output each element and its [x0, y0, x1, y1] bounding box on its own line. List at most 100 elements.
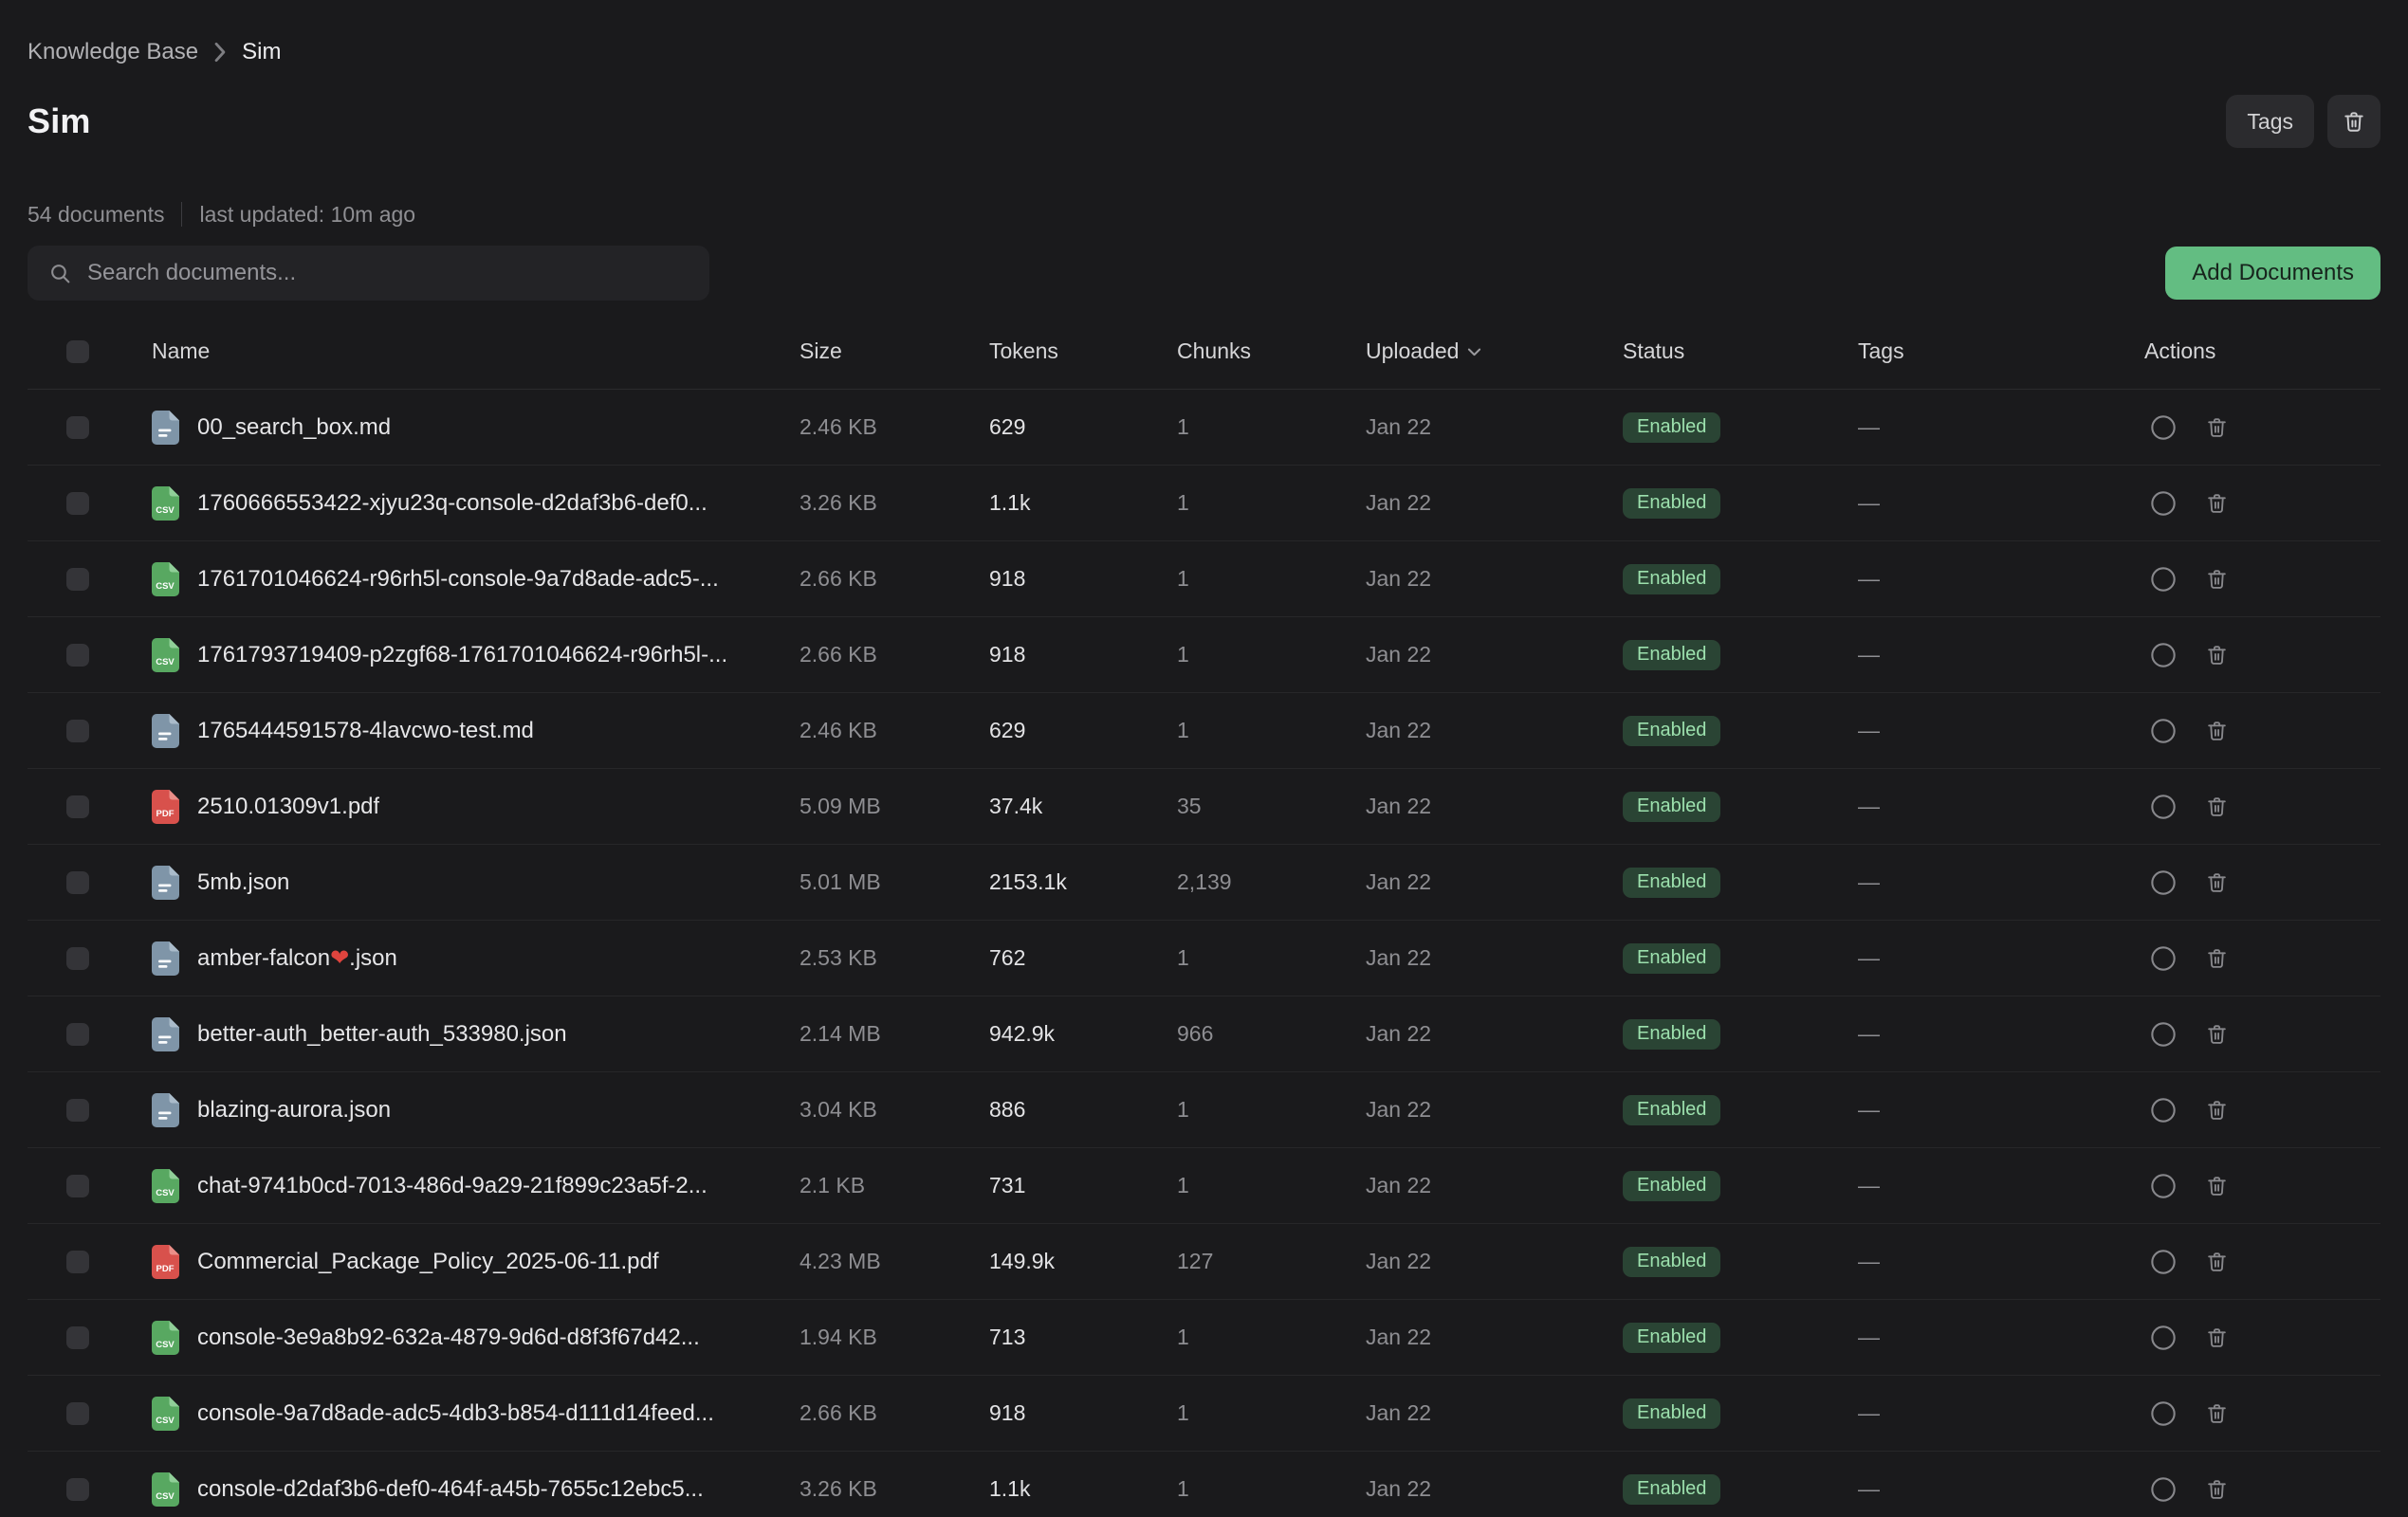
toggle-enabled-button[interactable]	[2150, 1249, 2177, 1275]
row-actions	[2144, 1325, 2380, 1351]
document-name-cell[interactable]: CSV console-d2daf3b6-def0-464f-a45b-7655…	[152, 1472, 800, 1507]
column-header-uploaded[interactable]: Uploaded	[1366, 338, 1623, 364]
row-checkbox[interactable]	[66, 720, 89, 742]
document-name-cell[interactable]: CSV 1760666553422-xjyu23q-console-d2daf3…	[152, 486, 800, 521]
delete-document-button[interactable]	[2205, 1477, 2229, 1501]
breadcrumb: Knowledge Base Sim	[28, 0, 2380, 66]
delete-document-button[interactable]	[2205, 1174, 2229, 1197]
title-actions: Tags	[2226, 95, 2380, 148]
tags-button[interactable]: Tags	[2226, 95, 2314, 148]
delete-knowledge-base-button[interactable]	[2327, 95, 2380, 148]
row-checkbox[interactable]	[66, 947, 89, 970]
row-checkbox[interactable]	[66, 492, 89, 515]
document-name-cell[interactable]: blazing-aurora.json	[152, 1093, 800, 1127]
row-checkbox[interactable]	[66, 1175, 89, 1197]
svg-text:PDF: PDF	[156, 1264, 175, 1274]
table-row: CSV console-d2daf3b6-def0-464f-a45b-7655…	[28, 1452, 2380, 1517]
toggle-enabled-button[interactable]	[2150, 1173, 2177, 1199]
document-name-cell[interactable]: CSV 1761793719409-p2zgf68-1761701046624-…	[152, 638, 800, 672]
row-checkbox[interactable]	[66, 1478, 89, 1501]
document-name-cell[interactable]: PDF 2510.01309v1.pdf	[152, 790, 800, 824]
document-name-cell[interactable]: better-auth_better-auth_533980.json	[152, 1017, 800, 1051]
row-checkbox[interactable]	[66, 1251, 89, 1273]
column-header-name[interactable]: Name	[152, 338, 800, 364]
file-type-icon: PDF	[152, 790, 179, 824]
row-checkbox[interactable]	[66, 1099, 89, 1122]
row-actions	[2144, 414, 2380, 441]
table-row: amber-falcon❤.json 2.53 KB 762 1 Jan 22 …	[28, 921, 2380, 996]
column-header-status[interactable]: Status	[1623, 338, 1858, 364]
delete-document-button[interactable]	[2205, 946, 2229, 970]
delete-document-button[interactable]	[2205, 870, 2229, 894]
toggle-enabled-button[interactable]	[2150, 869, 2177, 896]
circle-icon	[2150, 945, 2177, 972]
document-name-cell[interactable]: CSV chat-9741b0cd-7013-486d-9a29-21f899c…	[152, 1169, 800, 1203]
toggle-enabled-button[interactable]	[2150, 1325, 2177, 1351]
row-checkbox[interactable]	[66, 416, 89, 439]
row-checkbox[interactable]	[66, 568, 89, 591]
select-all-checkbox[interactable]	[66, 340, 89, 363]
search-input[interactable]	[85, 259, 700, 287]
delete-document-button[interactable]	[2205, 1022, 2229, 1046]
delete-document-button[interactable]	[2205, 1325, 2229, 1349]
document-name: 2510.01309v1.pdf	[197, 794, 379, 820]
status-badge: Enabled	[1623, 564, 1720, 594]
delete-document-button[interactable]	[2205, 491, 2229, 515]
column-header-chunks[interactable]: Chunks	[1177, 338, 1366, 364]
document-size: 5.01 MB	[800, 869, 989, 895]
toggle-enabled-button[interactable]	[2150, 414, 2177, 441]
document-name-cell[interactable]: CSV console-3e9a8b92-632a-4879-9d6d-d8f3…	[152, 1321, 800, 1355]
delete-document-button[interactable]	[2205, 567, 2229, 591]
toggle-enabled-button[interactable]	[2150, 945, 2177, 972]
delete-document-button[interactable]	[2205, 643, 2229, 667]
row-checkbox[interactable]	[66, 871, 89, 894]
document-name-cell[interactable]: 1765444591578-4lavcwo-test.md	[152, 714, 800, 748]
toggle-enabled-button[interactable]	[2150, 794, 2177, 820]
row-checkbox[interactable]	[66, 644, 89, 667]
delete-document-button[interactable]	[2205, 795, 2229, 818]
toggle-enabled-button[interactable]	[2150, 566, 2177, 593]
document-name: better-auth_better-auth_533980.json	[197, 1021, 567, 1048]
circle-icon	[2150, 1021, 2177, 1048]
document-chunks: 2,139	[1177, 869, 1366, 895]
delete-document-button[interactable]	[2205, 415, 2229, 439]
toggle-enabled-button[interactable]	[2150, 1400, 2177, 1427]
toggle-enabled-button[interactable]	[2150, 1097, 2177, 1124]
toggle-enabled-button[interactable]	[2150, 642, 2177, 668]
document-name-cell[interactable]: 5mb.json	[152, 866, 800, 900]
add-documents-button[interactable]: Add Documents	[2165, 247, 2380, 300]
circle-icon	[2150, 718, 2177, 744]
row-checkbox[interactable]	[66, 1402, 89, 1425]
search-box[interactable]	[28, 246, 709, 301]
column-header-size[interactable]: Size	[800, 338, 989, 364]
toggle-enabled-button[interactable]	[2150, 490, 2177, 517]
delete-document-button[interactable]	[2205, 719, 2229, 742]
row-checkbox[interactable]	[66, 1023, 89, 1046]
document-name-cell[interactable]: amber-falcon❤.json	[152, 941, 800, 976]
document-name-cell[interactable]: CSV console-9a7d8ade-adc5-4db3-b854-d111…	[152, 1397, 800, 1431]
breadcrumb-knowledge-base[interactable]: Knowledge Base	[28, 39, 198, 65]
document-name-cell[interactable]: PDF Commercial_Package_Policy_2025-06-11…	[152, 1245, 800, 1279]
svg-text:CSV: CSV	[156, 1340, 175, 1350]
table-row: CSV 1761793719409-p2zgf68-1761701046624-…	[28, 617, 2380, 693]
row-checkbox[interactable]	[66, 1326, 89, 1349]
row-checkbox[interactable]	[66, 795, 89, 818]
file-type-icon	[152, 1093, 179, 1127]
delete-document-button[interactable]	[2205, 1098, 2229, 1122]
circle-icon	[2150, 869, 2177, 896]
document-size: 3.26 KB	[800, 490, 989, 516]
document-name-cell[interactable]: CSV 1761701046624-r96rh5l-console-9a7d8a…	[152, 562, 800, 596]
document-uploaded: Jan 22	[1366, 414, 1623, 440]
row-actions	[2144, 1021, 2380, 1048]
column-header-tags[interactable]: Tags	[1858, 338, 2144, 364]
toggle-enabled-button[interactable]	[2150, 1021, 2177, 1048]
document-name-cell[interactable]: 00_search_box.md	[152, 411, 800, 445]
delete-document-button[interactable]	[2205, 1401, 2229, 1425]
table-body: 00_search_box.md 2.46 KB 629 1 Jan 22 En…	[28, 390, 2380, 1517]
delete-document-button[interactable]	[2205, 1250, 2229, 1273]
status-badge: Enabled	[1623, 716, 1720, 746]
column-header-tokens[interactable]: Tokens	[989, 338, 1177, 364]
table-row: CSV console-3e9a8b92-632a-4879-9d6d-d8f3…	[28, 1300, 2380, 1376]
toggle-enabled-button[interactable]	[2150, 1476, 2177, 1503]
toggle-enabled-button[interactable]	[2150, 718, 2177, 744]
